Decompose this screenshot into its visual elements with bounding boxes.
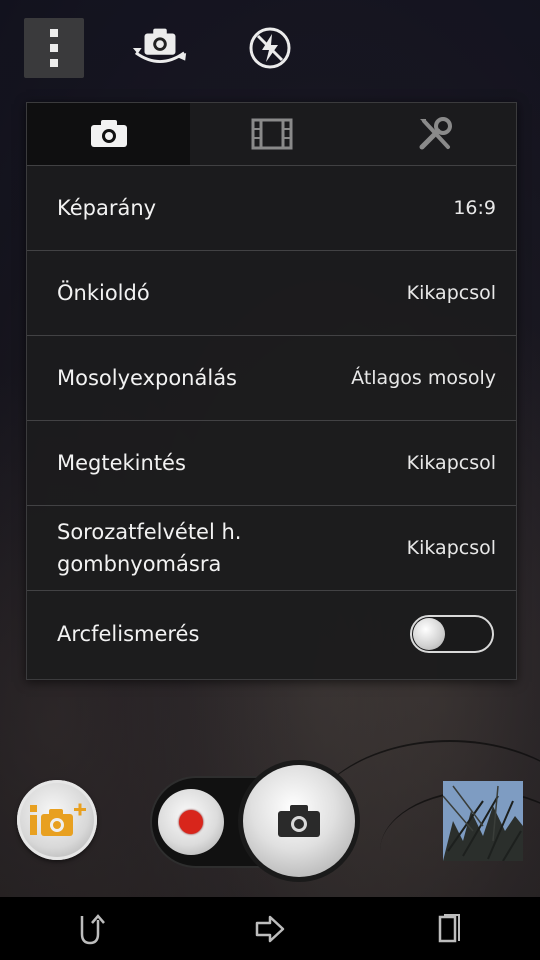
home-icon [255, 915, 285, 942]
menu-icon-dot [50, 44, 58, 52]
setting-burst-shooting[interactable]: Sorozatfelvétel h. gombnyomásra Kikapcso… [27, 506, 516, 591]
setting-value: 16:9 [453, 197, 496, 219]
system-navigation-bar [0, 897, 540, 960]
setting-label: Megtekintés [57, 451, 186, 475]
tools-icon [419, 117, 452, 150]
setting-preview[interactable]: Megtekintés Kikapcsol [27, 421, 516, 506]
home-button[interactable] [230, 899, 310, 959]
setting-value: Átlagos mosoly [351, 367, 496, 389]
camera-icon [90, 120, 127, 147]
record-video-button[interactable] [158, 789, 224, 855]
toggle-knob [413, 617, 445, 650]
setting-label: Mosolyexponálás [57, 366, 237, 390]
thumbnail-image [443, 781, 523, 861]
last-photo-thumbnail[interactable] [443, 781, 523, 861]
add-camera-app-icon [30, 803, 86, 836]
switch-camera-button[interactable] [130, 18, 190, 78]
recent-apps-icon [438, 913, 460, 942]
camera-apps-button[interactable] [17, 780, 97, 860]
setting-label: Képarány [57, 196, 157, 220]
back-icon [80, 913, 105, 944]
tab-video[interactable] [190, 103, 353, 165]
camera-icon [278, 805, 320, 837]
setting-face-detection: Arcfelismerés [27, 591, 516, 676]
setting-value: Kikapcsol [406, 282, 496, 304]
setting-self-timer[interactable]: Önkioldó Kikapcsol [27, 251, 516, 336]
setting-value: Kikapcsol [406, 537, 496, 559]
settings-panel: Képarány 16:9 Önkioldó Kikapcsol Mosolye… [26, 102, 517, 680]
setting-smile-shutter[interactable]: Mosolyexponálás Átlagos mosoly [27, 336, 516, 421]
menu-icon [50, 29, 58, 37]
setting-label: Sorozatfelvétel h. gombnyomásra [57, 520, 242, 576]
tab-camera[interactable] [27, 103, 190, 165]
setting-value: Kikapcsol [406, 452, 496, 474]
record-icon [179, 810, 203, 834]
flash-off-icon [249, 27, 291, 69]
setting-label: Arcfelismerés [57, 621, 200, 646]
recent-apps-button[interactable] [410, 899, 490, 959]
settings-tabs [27, 103, 516, 165]
tab-tools[interactable] [353, 103, 516, 165]
setting-label: Önkioldó [57, 281, 150, 305]
setting-aspect-ratio[interactable]: Képarány 16:9 [27, 166, 516, 251]
flash-button[interactable] [240, 18, 300, 78]
video-icon [251, 118, 292, 150]
switch-camera-icon [132, 28, 187, 63]
back-button[interactable] [50, 899, 130, 959]
capture-photo-button[interactable] [243, 765, 355, 877]
menu-icon-dot [50, 59, 58, 67]
menu-button[interactable] [24, 18, 84, 78]
settings-list: Képarány 16:9 Önkioldó Kikapcsol Mosolye… [27, 165, 516, 676]
face-detection-toggle[interactable] [410, 614, 494, 653]
